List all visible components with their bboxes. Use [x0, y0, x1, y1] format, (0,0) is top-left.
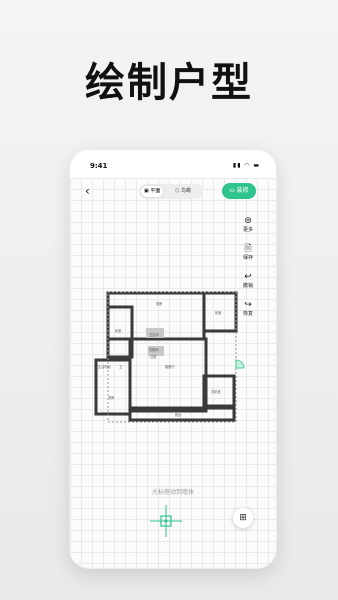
room-label-kitchen: 厨房: [156, 301, 162, 306]
crosshair-cursor-icon[interactable]: [150, 505, 182, 537]
room-label-bedroom-right: 卧室: [215, 310, 221, 315]
room-label-living: 客餐厅: [165, 364, 175, 369]
room-label-toilet: 卫: [119, 365, 123, 369]
room-label-bath: 卫生间: [149, 332, 159, 337]
wall-living: [128, 337, 208, 413]
door-swing-highlight[interactable]: [235, 359, 245, 369]
room-label-utility-balcony: 生活阳台: [98, 364, 111, 369]
drag-hint: 光标拖动到墙体: [151, 489, 194, 496]
phone-frame: 9:41 ▮▮ ◠ ▬ ‹ ▣ 平面 ⬡ 鸟瞰 ⛀ 装修 ⊜ 更多 🗎 保存 ↩…: [69, 149, 277, 569]
room-label-study: 书房: [108, 395, 114, 400]
room-label-balcony: 阳台: [175, 412, 181, 417]
room-label-bedroom-left: 卧室: [115, 328, 121, 333]
room-label-corridor: 过道: [150, 354, 157, 359]
headline: 绘制户型: [85, 60, 253, 106]
add-wall-icon: ⊞: [239, 513, 247, 523]
room-label-second-bedroom: 次卧室: [211, 389, 221, 394]
add-point-button[interactable]: ⊞: [233, 508, 253, 528]
room-label-dressing: 衣帽间: [149, 347, 159, 352]
